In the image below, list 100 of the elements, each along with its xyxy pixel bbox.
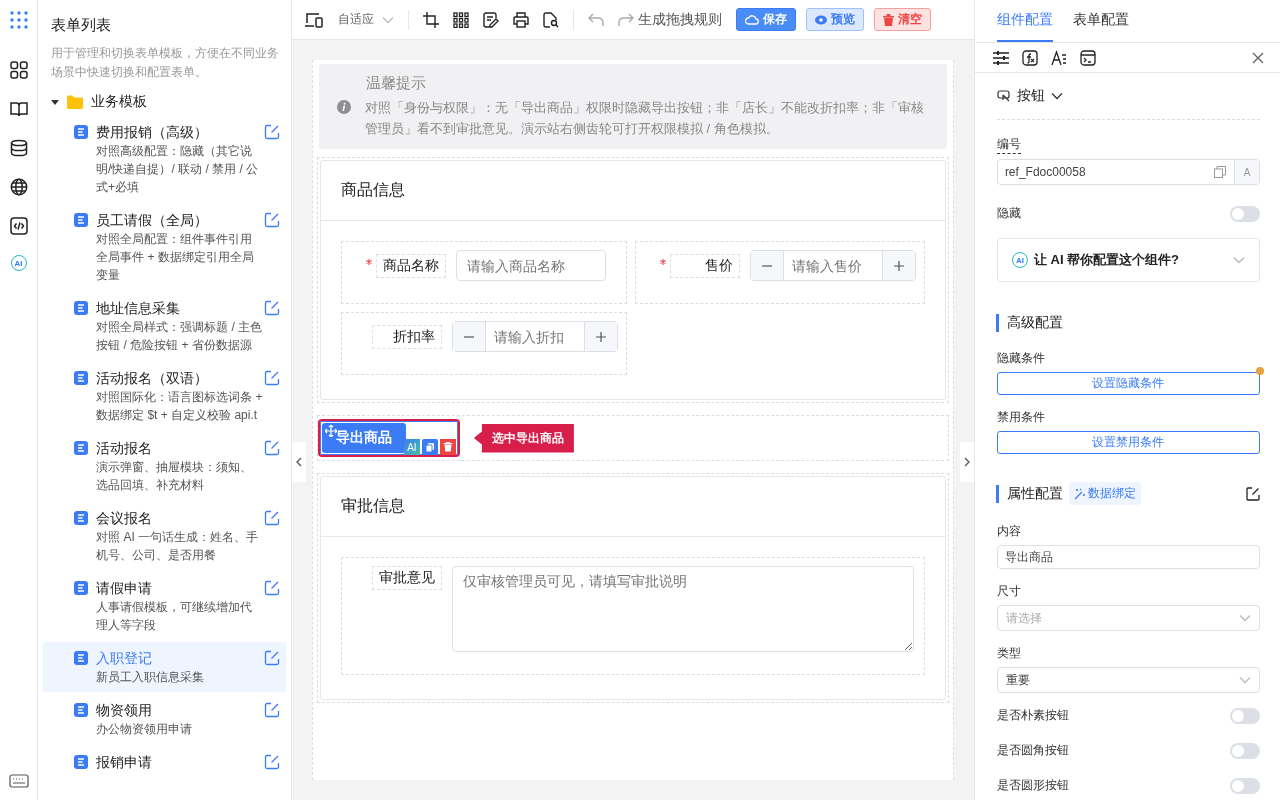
field-label: 是否圆形按钮 [996, 777, 1069, 794]
input-field[interactable]: 请输入商品名称 [455, 250, 606, 281]
notice-title: 温馨提示 [365, 74, 427, 93]
template-item[interactable]: 会议报名 对照 AI 一句话生成：姓名、手机号、公司、是否用餐 [43, 502, 286, 570]
panel-tab[interactable]: 表单配置 [1072, 0, 1129, 42]
grid-icon[interactable] [452, 11, 469, 28]
template-item[interactable]: 活动报名 演示弹窗、抽屉模块：须知、选品回填、补充材料 [43, 432, 286, 500]
close-icon[interactable] [1252, 51, 1264, 64]
button-component-icon [996, 90, 1011, 102]
export-button[interactable]: 导出商品 [321, 423, 406, 453]
template-item[interactable]: 费用报销（高级） 对照高级配置：隐藏（其它说明/快递自提）/ 联动 / 禁用 / 公式+必填 [43, 116, 286, 202]
delete-icon[interactable] [439, 439, 456, 455]
number-field[interactable]: 请输入售价 [749, 250, 916, 281]
document-icon [74, 703, 89, 717]
terminal-icon[interactable] [1079, 49, 1096, 66]
template-item[interactable]: 地址信息采集 对照全局样式：强调标题 / 主色按钮 / 危险按钮 + 省份数据源 [43, 292, 286, 360]
toggle-switch[interactable] [1230, 205, 1260, 222]
caret-icon[interactable] [51, 98, 60, 106]
redo-icon[interactable] [617, 12, 634, 27]
toggle-switch[interactable] [1230, 742, 1260, 759]
device-icon[interactable] [303, 11, 324, 28]
content-field[interactable]: 导出商品 [996, 545, 1260, 569]
apps-icon[interactable] [8, 10, 29, 30]
field-label: 禁用条件 [996, 409, 1046, 426]
template-description: 办公物资领用申请 [96, 721, 194, 738]
template-description: 对照国际化：语言图标选词条 + 数据绑定 $t + 自定义校验 api.t [96, 389, 264, 424]
toggle-switch[interactable] [1230, 777, 1260, 794]
template-item[interactable]: 员工请假（全局） 对照全局配置：组件事件引用全局事件 + 数据绑定引用全局变量 [43, 204, 286, 290]
field-label: 尺寸 [996, 583, 1022, 600]
function-icon[interactable] [1021, 49, 1038, 66]
document-icon [74, 213, 89, 227]
field-label: 隐藏条件 [996, 350, 1046, 367]
template-item[interactable]: 活动报名（双语） 对照国际化：语言图标选词条 + 数据绑定 $t + 自定义校验 api.t [43, 362, 286, 430]
template-description: 演示弹窗、抽屉模块：须知、选品回填、补充材料 [96, 459, 254, 494]
document-icon [74, 301, 89, 315]
globe-icon[interactable] [9, 178, 28, 196]
section-title: 审批信息 [320, 477, 945, 537]
template-item[interactable]: 物资领用 办公物资领用申请 [43, 694, 286, 744]
decrement-button[interactable] [750, 251, 783, 280]
section-heading: 属性配置 [995, 484, 1063, 503]
id-field[interactable]: ref_Fdoc00058 A [996, 159, 1260, 185]
device-select[interactable]: 自适应 [337, 11, 394, 28]
component-type-select[interactable]: 按钮 [996, 87, 1063, 105]
chevron-down-icon [1239, 614, 1251, 622]
field-label: 商品名称 [375, 253, 446, 278]
template-description: 对照高级配置：隐藏（其它说明/快递自提）/ 联动 / 禁用 / 公式+必填 [96, 143, 260, 196]
trash-icon [882, 13, 894, 26]
document-icon [74, 755, 89, 769]
condition-button[interactable]: 设置隐藏条件 [996, 372, 1260, 395]
number-field[interactable]: 请输入折扣 [451, 321, 618, 352]
document-icon [74, 125, 89, 139]
chevron-down-icon [1233, 256, 1245, 264]
ai-prompt-card[interactable]: AI 让 AI 帮你配置这个组件? [996, 238, 1260, 282]
section-title: 商品信息 [320, 161, 945, 221]
plus-icon [595, 331, 606, 342]
template-item[interactable]: 入职登记 新员工入职信息采集 [43, 642, 286, 692]
notice-text: 对照「身份与权限」：无「导出商品」权限时隐藏导出按钮；非「店长」不能改折扣率；非「审核管理员」看不到审批意见。演示站右侧齿轮可打开权限模拟 / 角色模拟。 [364, 99, 925, 138]
panel-tab[interactable]: 组件配置 [996, 0, 1053, 42]
data-binding-tag[interactable]: 数据绑定 [1068, 482, 1141, 505]
template-title: 入职登记 [96, 649, 154, 668]
sidebar-title: 表单列表 [51, 16, 113, 35]
template-title: 会议报名 [96, 509, 154, 528]
decrement-button[interactable] [452, 322, 485, 351]
template-description: 对照 AI 一句话生成：姓名、手机号、公司、是否用餐 [96, 529, 260, 564]
template-description: 新员工入职信息采集 [96, 669, 206, 686]
increment-button[interactable] [584, 322, 617, 351]
sidebar-description: 用于管理和切换表单模板，方便在不同业务场景中快速切换和配置表单。 [51, 45, 281, 81]
edit-icon[interactable] [1246, 486, 1260, 501]
copy-icon[interactable] [1214, 166, 1226, 178]
field-label: 编号 [996, 136, 1021, 154]
template-item[interactable]: 请假申请 人事请假模板，可继续增加代理人等字段 [43, 572, 286, 640]
field-label: 是否圆角按钮 [996, 742, 1069, 759]
toggle-switch[interactable] [1230, 707, 1260, 724]
crop-icon[interactable] [422, 11, 439, 28]
sliders-icon[interactable] [992, 50, 1009, 65]
move-icon[interactable] [324, 425, 337, 437]
grid-icon[interactable] [9, 61, 28, 79]
generate-rules-button[interactable]: 生成拖拽规则 [637, 10, 722, 29]
edit-document-icon[interactable] [482, 11, 499, 28]
template-description: 对照全局配置：组件事件引用全局事件 + 数据绑定引用全局变量 [96, 231, 255, 284]
folder-item[interactable]: 业务模板 [51, 90, 286, 114]
document-search-icon[interactable] [542, 11, 559, 28]
book-icon[interactable] [9, 100, 28, 118]
code-icon[interactable] [9, 217, 28, 235]
textarea-field[interactable]: 仅审核管理员可见，请填写审批说明 [451, 566, 914, 652]
text-style-icon[interactable] [1050, 49, 1067, 66]
document-icon [74, 651, 89, 665]
selected-component-frame[interactable]: 导出商品 AI [317, 419, 460, 457]
keyboard-icon[interactable] [8, 774, 29, 788]
print-icon[interactable] [512, 11, 529, 28]
magic-wand-icon [1073, 487, 1086, 500]
condition-button[interactable]: 设置禁用条件 [996, 431, 1260, 454]
copy-icon[interactable] [421, 439, 438, 455]
template-item[interactable]: 报销申请 [43, 746, 286, 778]
increment-button[interactable] [882, 251, 915, 280]
select-field[interactable]: 重要 [996, 667, 1260, 693]
collapse-right-button[interactable] [959, 442, 974, 482]
undo-icon[interactable] [587, 12, 604, 27]
database-icon[interactable] [9, 139, 28, 157]
selection-tooltip: 选中导出商品 [473, 423, 574, 453]
